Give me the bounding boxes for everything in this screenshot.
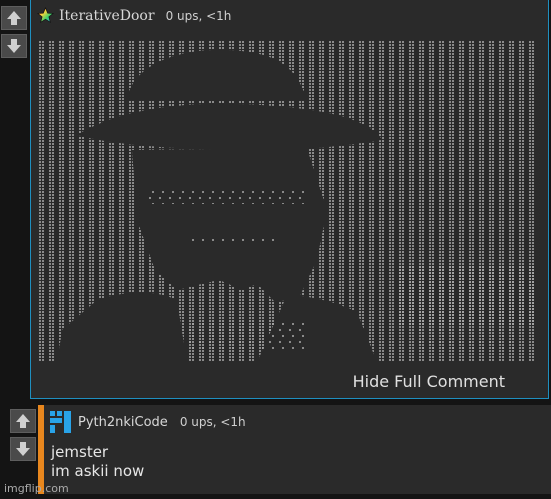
comment-header: Pyth2nkiCode 0 ups, <1h: [48, 409, 246, 435]
ascii-art-portrait: [37, 40, 537, 362]
upvote-button[interactable]: [10, 409, 36, 433]
comment-line: im askii now: [51, 462, 145, 480]
comment-username[interactable]: Pyth2nkiCode: [78, 415, 168, 430]
comment-meta: 0 ups, <1h: [179, 415, 246, 429]
comment-line: jemster: [51, 443, 109, 461]
user-avatar-icon: [50, 411, 71, 433]
downvote-button[interactable]: [1, 34, 27, 58]
vote-column-2: [10, 409, 36, 461]
comment-meta: 0 ups, <1h: [165, 8, 232, 23]
comment-header: IterativeDoor 0 ups, <1h: [37, 7, 231, 24]
comment-body: jemster im askii now: [51, 443, 144, 481]
vote-column-1: [1, 6, 27, 58]
comment-ascii-art: IterativeDoor 0 ups, <1h Hide Full Comme…: [30, 0, 549, 399]
comment-username[interactable]: IterativeDoor: [59, 8, 155, 24]
arrow-up-icon: [7, 11, 21, 25]
watermark: imgflip.com: [4, 482, 69, 495]
reply-comment: Pyth2nkiCode 0 ups, <1h jemster im askii…: [38, 405, 551, 494]
hide-full-comment-link[interactable]: Hide Full Comment: [353, 372, 505, 391]
ascii-art-image: [37, 40, 537, 362]
arrow-up-icon: [16, 414, 30, 428]
arrow-down-icon: [16, 442, 30, 456]
star-icon: [37, 7, 54, 24]
arrow-down-icon: [7, 39, 21, 53]
downvote-button[interactable]: [10, 437, 36, 461]
upvote-button[interactable]: [1, 6, 27, 30]
